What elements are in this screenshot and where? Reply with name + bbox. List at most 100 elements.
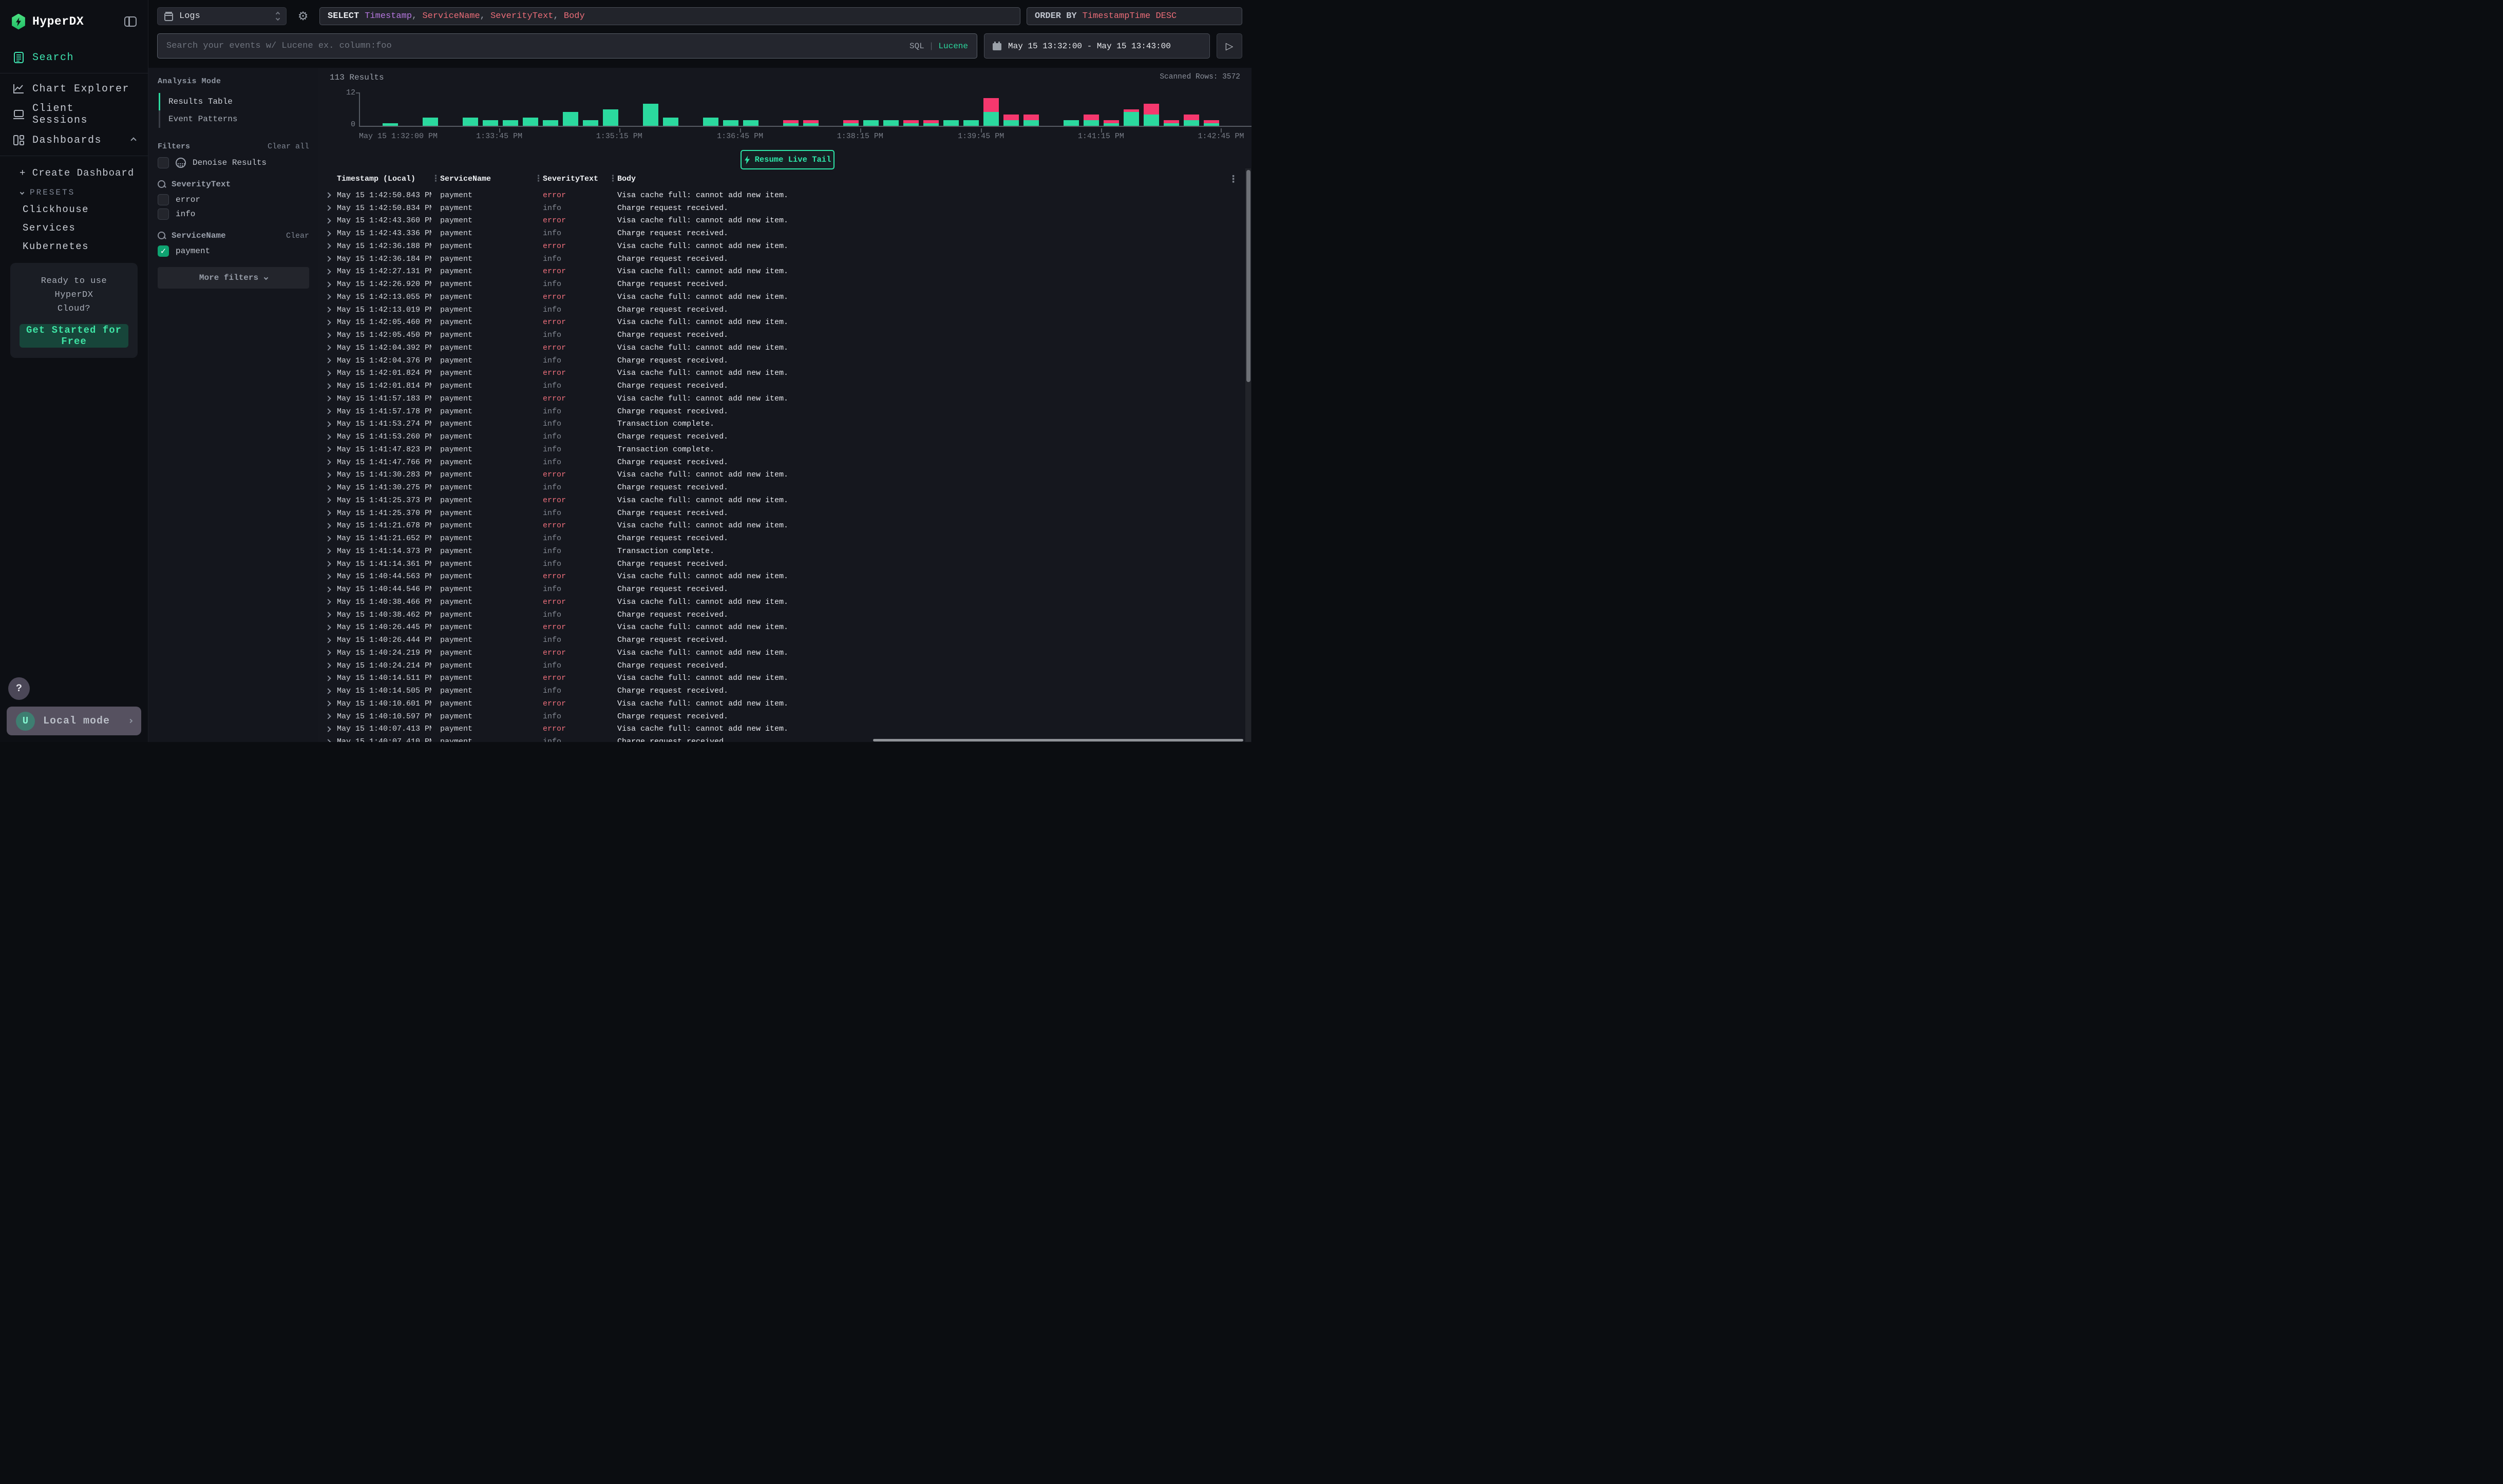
local-mode-menu[interactable]: U Local mode xyxy=(7,707,141,735)
column-divider-icon[interactable]: ⋮ xyxy=(609,175,617,183)
row-expand-chevron-icon[interactable] xyxy=(325,675,331,681)
source-select[interactable]: Logs xyxy=(157,7,287,25)
order-by-input[interactable]: ORDER BY TimestampTime DESC xyxy=(1027,7,1242,25)
log-row[interactable]: May 15 1:40:26.444 PM payment info Charg… xyxy=(318,634,1244,646)
histogram-bar[interactable] xyxy=(620,92,640,126)
histogram-bar[interactable] xyxy=(841,92,861,126)
language-toggle[interactable]: SQL | Lucene xyxy=(909,42,968,51)
row-expand-chevron-icon[interactable] xyxy=(325,637,331,643)
filter-checkbox[interactable]: ✓ xyxy=(158,245,169,257)
search-icon[interactable] xyxy=(158,180,166,189)
log-row[interactable]: May 15 1:41:25.373 PM payment error Visa… xyxy=(318,494,1244,507)
row-expand-chevron-icon[interactable] xyxy=(325,574,331,579)
row-expand-chevron-icon[interactable] xyxy=(325,218,331,223)
log-row[interactable]: May 15 1:41:53.274 PM payment info Trans… xyxy=(318,418,1244,431)
histogram-bar[interactable] xyxy=(540,92,560,126)
histogram-bar[interactable] xyxy=(1181,92,1201,126)
histogram-bar[interactable] xyxy=(861,92,881,126)
log-row[interactable]: May 15 1:42:50.834 PM payment info Charg… xyxy=(318,202,1244,215)
log-row[interactable]: May 15 1:41:47.823 PM payment info Trans… xyxy=(318,443,1244,456)
histogram-bar[interactable] xyxy=(1001,92,1021,126)
table-options-kebab-icon[interactable]: ⋮ xyxy=(1228,174,1238,185)
log-row[interactable]: May 15 1:42:13.019 PM payment info Charg… xyxy=(318,303,1244,316)
log-row[interactable]: May 15 1:40:24.214 PM payment info Charg… xyxy=(318,659,1244,672)
histogram-bar[interactable] xyxy=(1161,92,1181,126)
column-header-body[interactable]: Body xyxy=(617,175,1244,183)
row-expand-chevron-icon[interactable] xyxy=(325,586,331,592)
select-clause-input[interactable]: SELECT Timestamp, ServiceName, SeverityT… xyxy=(319,7,1020,25)
histogram-bar[interactable] xyxy=(1221,92,1241,126)
sidebar-item-dashboards[interactable]: Dashboards xyxy=(0,129,148,151)
row-expand-chevron-icon[interactable] xyxy=(325,243,331,249)
clear-all-link[interactable]: Clear all xyxy=(268,142,309,151)
log-row[interactable]: May 15 1:41:14.361 PM payment info Charg… xyxy=(318,558,1244,570)
log-row[interactable]: May 15 1:41:21.678 PM payment error Visa… xyxy=(318,520,1244,532)
search-input[interactable] xyxy=(166,41,909,51)
log-row[interactable]: May 15 1:40:10.601 PM payment error Visa… xyxy=(318,697,1244,710)
histogram-bar[interactable] xyxy=(921,92,941,126)
log-row[interactable]: May 15 1:41:30.275 PM payment info Charg… xyxy=(318,481,1244,494)
histogram-bar[interactable] xyxy=(500,92,520,126)
filter-option[interactable]: error xyxy=(158,194,309,205)
row-expand-chevron-icon[interactable] xyxy=(325,612,331,617)
row-expand-chevron-icon[interactable] xyxy=(325,485,331,490)
histogram-bar[interactable] xyxy=(781,92,801,126)
histogram-bar[interactable] xyxy=(460,92,480,126)
log-row[interactable]: May 15 1:40:07.413 PM payment error Visa… xyxy=(318,723,1244,736)
sidebar-collapse-icon[interactable] xyxy=(124,16,137,27)
log-row[interactable]: May 15 1:40:14.505 PM payment info Charg… xyxy=(318,684,1244,697)
log-row[interactable]: May 15 1:41:53.260 PM payment info Charg… xyxy=(318,430,1244,443)
log-row[interactable]: May 15 1:42:36.188 PM payment error Visa… xyxy=(318,240,1244,253)
histogram-bar[interactable] xyxy=(1021,92,1041,126)
histogram-bar[interactable] xyxy=(821,92,841,126)
row-expand-chevron-icon[interactable] xyxy=(325,396,331,402)
row-expand-chevron-icon[interactable] xyxy=(325,447,331,452)
row-expand-chevron-icon[interactable] xyxy=(325,739,331,742)
row-expand-chevron-icon[interactable] xyxy=(325,383,331,389)
get-started-button[interactable]: Get Started for Free xyxy=(20,324,128,348)
analysis-mode-option[interactable]: Event Patterns xyxy=(159,110,311,128)
vertical-scrollbar[interactable] xyxy=(1245,168,1251,742)
log-row[interactable]: May 15 1:42:05.450 PM payment info Charg… xyxy=(318,329,1244,341)
histogram-bar[interactable] xyxy=(881,92,901,126)
histogram-bar[interactable] xyxy=(741,92,761,126)
log-row[interactable]: May 15 1:42:43.360 PM payment error Visa… xyxy=(318,215,1244,227)
row-expand-chevron-icon[interactable] xyxy=(325,281,331,287)
column-header-timestamp[interactable]: Timestamp (Local) xyxy=(337,175,431,183)
row-expand-chevron-icon[interactable] xyxy=(325,269,331,274)
run-query-button[interactable]: ▷ xyxy=(1217,33,1242,59)
log-row[interactable]: May 15 1:41:57.178 PM payment info Charg… xyxy=(318,405,1244,418)
histogram-bar[interactable] xyxy=(360,92,380,126)
sidebar-item-search[interactable]: Search xyxy=(0,46,148,69)
results-histogram[interactable] xyxy=(359,92,1241,126)
histogram-bar[interactable] xyxy=(480,92,500,126)
resume-live-tail-button[interactable]: Resume Live Tail xyxy=(741,150,835,169)
histogram-bar[interactable] xyxy=(720,92,741,126)
column-header-servicename[interactable]: ServiceName xyxy=(440,175,534,183)
sidebar-item-client-sessions[interactable]: Client Sessions xyxy=(0,103,148,126)
row-expand-chevron-icon[interactable] xyxy=(325,256,331,261)
column-header-severitytext[interactable]: SeverityText xyxy=(543,175,609,183)
sidebar-item-chart-explorer[interactable]: Chart Explorer xyxy=(0,78,148,100)
time-range-picker[interactable]: May 15 13:32:00 - May 15 13:43:00 xyxy=(984,33,1210,59)
row-expand-chevron-icon[interactable] xyxy=(325,408,331,414)
histogram-bar[interactable] xyxy=(420,92,440,126)
log-row[interactable]: May 15 1:42:43.336 PM payment info Charg… xyxy=(318,227,1244,240)
row-expand-chevron-icon[interactable] xyxy=(325,726,331,732)
row-expand-chevron-icon[interactable] xyxy=(325,307,331,312)
log-row[interactable]: May 15 1:42:01.824 PM payment error Visa… xyxy=(318,367,1244,380)
log-row[interactable]: May 15 1:40:44.563 PM payment error Visa… xyxy=(318,570,1244,583)
scrollbar-thumb[interactable] xyxy=(1246,170,1250,382)
clear-group-link[interactable]: Clear xyxy=(286,232,309,240)
horizontal-scrollbar-thumb[interactable] xyxy=(873,739,1243,741)
row-expand-chevron-icon[interactable] xyxy=(325,548,331,554)
histogram-bar[interactable] xyxy=(680,92,700,126)
log-row[interactable]: May 15 1:42:50.843 PM payment error Visa… xyxy=(318,189,1244,202)
histogram-bar[interactable] xyxy=(1081,92,1101,126)
histogram-bar[interactable] xyxy=(440,92,460,126)
histogram-bar[interactable] xyxy=(520,92,540,126)
row-expand-chevron-icon[interactable] xyxy=(325,599,331,605)
row-expand-chevron-icon[interactable] xyxy=(325,510,331,516)
row-expand-chevron-icon[interactable] xyxy=(325,561,331,566)
row-expand-chevron-icon[interactable] xyxy=(325,332,331,338)
